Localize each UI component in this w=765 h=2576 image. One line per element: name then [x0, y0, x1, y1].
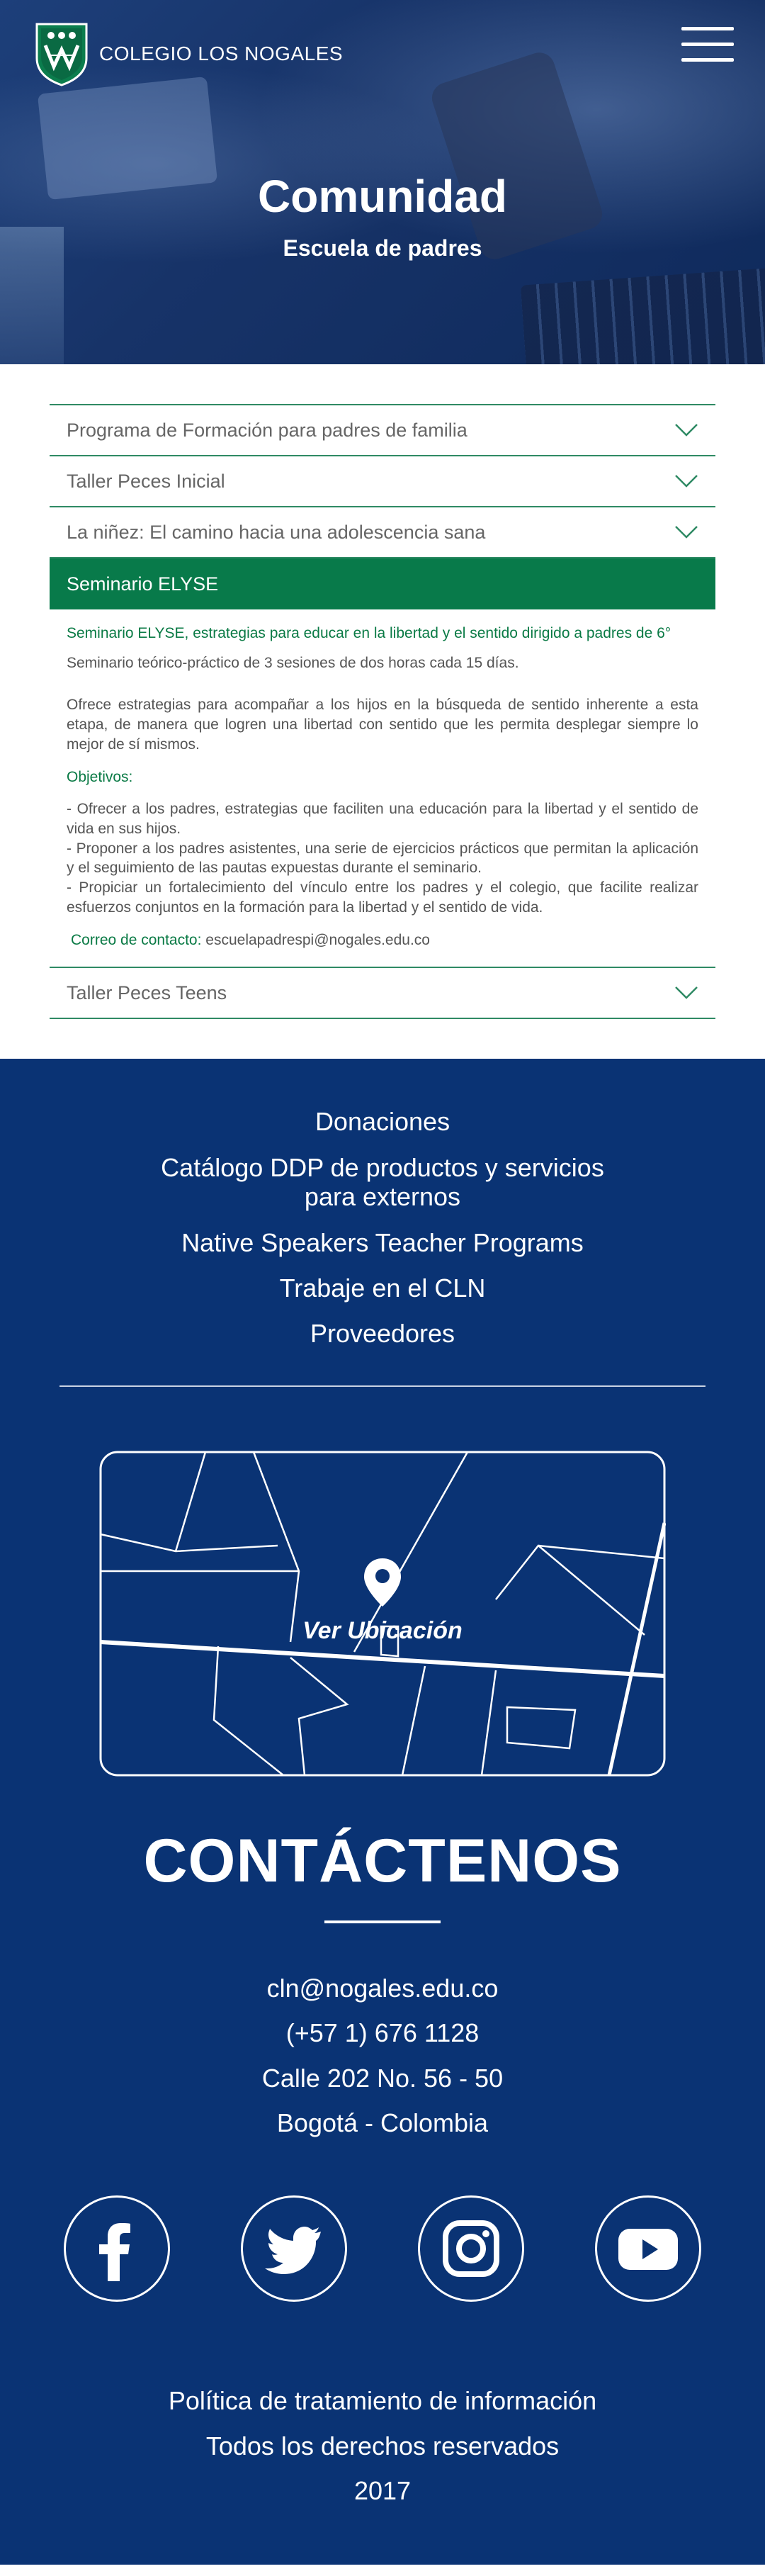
- accordion-item-ninez: La niñez: El camino hacia una adolescenc…: [50, 506, 715, 557]
- contact-info: cln@nogales.edu.co (+57 1) 676 1128 Call…: [0, 1974, 765, 2137]
- site-footer: Donaciones Catálogo DDP de productos y s…: [0, 1059, 765, 2565]
- contact-title: CONTÁCTENOS: [143, 1826, 622, 1895]
- accordion-label: La niñez: El camino hacia una adolescenc…: [67, 521, 486, 543]
- chevron-down-icon: [675, 475, 698, 488]
- footer-nav: Donaciones Catálogo DDP de productos y s…: [0, 1107, 765, 1348]
- seminar-heading: Seminario ELYSE, estrategias para educar…: [67, 625, 672, 641]
- shield-logo-icon: [35, 23, 88, 86]
- objective-item: - Ofrecer a los padres, estrategias que …: [67, 801, 698, 838]
- footer-link-catalogo[interactable]: Catálogo DDP de productos y servicios pa…: [0, 1153, 765, 1212]
- social-links: [64, 2195, 701, 2302]
- chevron-down-icon: [675, 424, 698, 437]
- contact-email[interactable]: cln@nogales.edu.co: [0, 1974, 765, 2003]
- contact-email-link[interactable]: escuelapadrespi@nogales.edu.co: [205, 932, 430, 948]
- map-label: Ver Ubicación: [99, 1557, 666, 1645]
- map-label-text: Ver Ubicación: [302, 1616, 463, 1644]
- seminar-sessions: Seminario teórico-práctico de 3 sesiones…: [67, 654, 519, 671]
- privacy-policy-link[interactable]: Política de tratamiento de información: [0, 2387, 765, 2415]
- objectives-title: Objetivos:: [67, 768, 133, 785]
- page-title: Comunidad: [258, 171, 507, 222]
- accordion-header-peces-inicial[interactable]: Taller Peces Inicial: [50, 456, 715, 506]
- brand-name: COLEGIO LOS NOGALES: [99, 43, 344, 64]
- chevron-down-icon: [675, 986, 698, 1000]
- accordion-label: Taller Peces Inicial: [67, 470, 225, 492]
- contact-label: Correo de contacto:: [71, 931, 202, 948]
- copyright-year: 2017: [353, 2476, 412, 2506]
- contact-underline: [324, 1920, 441, 1923]
- page-subtitle: Escuela de padres: [283, 235, 482, 261]
- accordion-label: Taller Peces Teens: [67, 982, 227, 1003]
- accordion-label: Seminario ELYSE: [67, 573, 219, 595]
- youtube-icon[interactable]: [595, 2195, 701, 2302]
- accordion-header-ninez[interactable]: La niñez: El camino hacia una adolescenc…: [50, 507, 715, 557]
- rights-text: Todos los derechos reservados: [205, 2431, 560, 2460]
- accordion-label: Programa de Formación para padres de fam…: [67, 419, 468, 441]
- objectives-list: - Ofrecer a los padres, estrategias que …: [67, 799, 698, 917]
- brand-logo-link[interactable]: COLEGIO LOS NOGALES: [34, 21, 343, 86]
- accordion-section: Programa de Formación para padres de fam…: [0, 364, 765, 1059]
- accordion-item-peces-teens: Taller Peces Teens: [50, 967, 715, 1020]
- accordion-panel-seminario-elyse: Seminario ELYSE, estrategias para educar…: [50, 609, 715, 967]
- accordion-item-peces-inicial: Taller Peces Inicial: [50, 455, 715, 506]
- footer-link-trabaje[interactable]: Trabaje en el CLN: [0, 1273, 765, 1303]
- chevron-down-icon: [675, 526, 698, 539]
- hero-banner: COLEGIO LOS NOGALES Comunidad Escuela de…: [0, 0, 765, 364]
- accordion-header-programa[interactable]: Programa de Formación para padres de fam…: [50, 405, 715, 455]
- legal-info: Política de tratamiento de información T…: [0, 2387, 765, 2505]
- footer-divider: [60, 1385, 706, 1387]
- footer-link-native-speakers[interactable]: Native Speakers Teacher Programs: [0, 1228, 765, 1257]
- hamburger-menu-icon[interactable]: [681, 27, 734, 69]
- seminar-description: Ofrece estrategias para acompañar a los …: [67, 697, 698, 753]
- accordion-item-programa: Programa de Formación para padres de fam…: [50, 404, 715, 455]
- map-location-link[interactable]: Ver Ubicación: [99, 1451, 667, 1777]
- accordion-header-seminario-elyse[interactable]: Seminario ELYSE: [50, 558, 715, 609]
- contact-phone[interactable]: (+57 1) 676 1128: [0, 2019, 765, 2047]
- objective-item: - Propiciar un fortalecimiento del víncu…: [67, 879, 698, 916]
- footer-link-catalogo-line1: Catálogo DDP de productos y servicios: [161, 1152, 604, 1182]
- location-pin-icon: [364, 1558, 401, 1607]
- hero-keyboard-decoration: [520, 267, 765, 364]
- accordion-header-peces-teens[interactable]: Taller Peces Teens: [50, 968, 715, 1018]
- twitter-icon[interactable]: [241, 2195, 347, 2302]
- contact-address: Calle 202 No. 56 - 50: [261, 2063, 504, 2093]
- accordion-item-seminario-elyse: Seminario ELYSE Seminario ELYSE, estrate…: [50, 557, 715, 967]
- footer-link-donaciones[interactable]: Donaciones: [0, 1107, 765, 1136]
- footer-link-proveedores[interactable]: Proveedores: [0, 1319, 765, 1348]
- footer-link-catalogo-line2: para externos: [304, 1182, 461, 1212]
- facebook-icon[interactable]: [64, 2195, 170, 2302]
- instagram-icon[interactable]: [418, 2195, 524, 2302]
- objective-item: - Proponer a los padres asistentes, una …: [67, 840, 698, 877]
- contact-line: Correo de contacto: escuelapadrespi@noga…: [67, 930, 698, 950]
- contact-city: Bogotá - Colombia: [276, 2108, 489, 2138]
